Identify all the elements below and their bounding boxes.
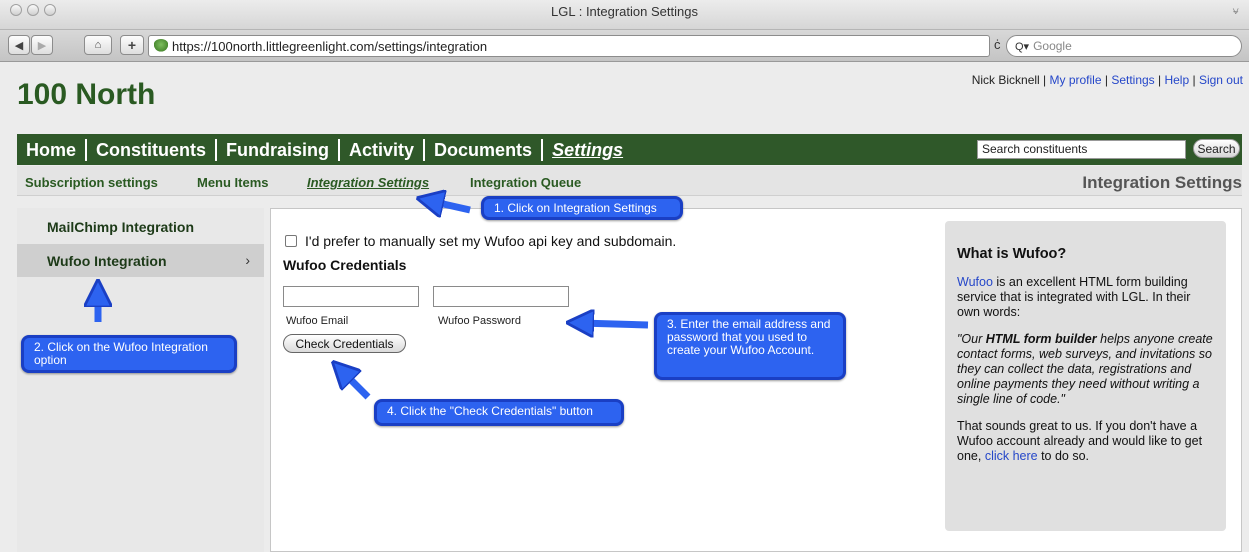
- manual-key-checkbox[interactable]: [285, 235, 297, 247]
- sidebar-item-label: MailChimp Integration: [47, 218, 194, 235]
- page-body: 100 North Nick Bicknell | My profile | S…: [0, 62, 1249, 552]
- manual-key-label: I'd prefer to manually set my Wufoo api …: [305, 233, 677, 249]
- sidebar-item-wufoo[interactable]: Wufoo Integration ›: [17, 244, 264, 277]
- wufoo-info-box: What is Wufoo? Wufoo is an excellent HTM…: [945, 221, 1226, 531]
- info-paragraph-3: That sounds great to us. If you don't ha…: [957, 419, 1214, 464]
- wufoo-email-input[interactable]: [283, 286, 419, 307]
- manual-key-option: I'd prefer to manually set my Wufoo api …: [285, 233, 676, 249]
- my-profile-link[interactable]: My profile: [1050, 73, 1102, 87]
- search-button[interactable]: Search: [1193, 139, 1240, 158]
- quote-text: "Our: [957, 332, 986, 346]
- subnav-integration-queue[interactable]: Integration Queue: [470, 175, 581, 190]
- callout-step-2: 2. Click on the Wufoo Integration option: [21, 335, 237, 373]
- wufoo-password-label: Wufoo Password: [438, 315, 521, 327]
- nav-activity[interactable]: Activity: [340, 138, 426, 161]
- plus-icon: +: [127, 37, 137, 53]
- info-title: What is Wufoo?: [957, 246, 1067, 262]
- quote-bold: HTML form builder: [985, 332, 1097, 346]
- forward-icon: ▶: [37, 39, 47, 52]
- nav-constituents[interactable]: Constituents: [87, 138, 218, 161]
- check-credentials-button[interactable]: Check Credentials: [283, 334, 406, 353]
- window-titlebar: LGL : Integration Settings ⍱: [0, 0, 1249, 30]
- forward-button[interactable]: ▶: [31, 35, 53, 55]
- browser-toolbar: ◀ ▶ ⌂ + https://100north.littlegreenligh…: [0, 30, 1249, 62]
- wufoo-email-label: Wufoo Email: [286, 315, 349, 327]
- sub-nav: Subscription settings Menu Items Integra…: [17, 166, 1242, 196]
- home-icon: ⌂: [94, 39, 102, 51]
- user-name: Nick Bicknell: [971, 73, 1040, 87]
- constituent-search-input[interactable]: Search constituents: [977, 140, 1186, 159]
- lock-icon: ⍱: [1232, 5, 1239, 17]
- nav-home[interactable]: Home: [17, 138, 88, 161]
- url-text: https://100north.littlegreenlight.com/se…: [172, 38, 488, 54]
- window-title: LGL : Integration Settings: [551, 4, 698, 19]
- callout-step-4: 4. Click the "Check Credentials" button: [374, 399, 624, 426]
- subnav-menu-items[interactable]: Menu Items: [197, 175, 269, 190]
- wufoo-password-input[interactable]: [433, 286, 569, 307]
- main-nav: Home Constituents Fundraising Activity D…: [17, 134, 1242, 165]
- site-favicon-icon: [153, 39, 169, 53]
- nav-fundraising[interactable]: Fundraising: [217, 138, 341, 161]
- search-engine-icon: Q▾: [1015, 40, 1030, 53]
- wufoo-link[interactable]: Wufoo: [957, 275, 993, 289]
- brand-title: 100 North: [17, 78, 156, 111]
- callout-step-1: 1. Click on Integration Settings: [481, 196, 683, 220]
- help-link[interactable]: Help: [1164, 73, 1189, 87]
- address-bar[interactable]: https://100north.littlegreenlight.com/se…: [148, 35, 990, 57]
- nav-settings[interactable]: Settings: [543, 139, 632, 161]
- subnav-integration-settings[interactable]: Integration Settings: [307, 175, 429, 190]
- back-button[interactable]: ◀: [8, 35, 30, 55]
- back-icon: ◀: [14, 39, 24, 52]
- info-text: to do so.: [1037, 449, 1090, 463]
- subnav-subscription-settings[interactable]: Subscription settings: [25, 175, 158, 190]
- sidebar-item-label: Wufoo Integration: [47, 252, 167, 269]
- sidebar-item-mailchimp[interactable]: MailChimp Integration: [17, 210, 264, 243]
- nav-documents[interactable]: Documents: [425, 138, 544, 161]
- chevron-right-icon: ›: [245, 252, 250, 268]
- settings-link[interactable]: Settings: [1111, 73, 1154, 87]
- sign-out-link[interactable]: Sign out: [1199, 73, 1243, 87]
- reload-icon[interactable]: ċ: [994, 37, 1001, 52]
- browser-search-input[interactable]: Q▾ Google: [1006, 35, 1242, 57]
- search-placeholder: Google: [1033, 39, 1072, 53]
- info-paragraph-1: Wufoo is an excellent HTML form building…: [957, 275, 1214, 320]
- user-links: Nick Bicknell | My profile | Settings | …: [971, 73, 1243, 87]
- info-quote: "Our HTML form builder helps anyone crea…: [957, 332, 1214, 407]
- sidebar: MailChimp Integration Wufoo Integration …: [17, 208, 264, 552]
- integration-panel: I'd prefer to manually set my Wufoo api …: [270, 208, 1242, 552]
- click-here-link[interactable]: click here: [985, 449, 1038, 463]
- callout-step-3: 3. Enter the email address and password …: [654, 312, 846, 380]
- add-bookmark-button[interactable]: +: [120, 35, 144, 55]
- page-heading: Integration Settings: [1082, 173, 1242, 192]
- home-button[interactable]: ⌂: [84, 35, 112, 55]
- info-text: is an excellent HTML form building servi…: [957, 275, 1191, 319]
- credentials-title: Wufoo Credentials: [283, 257, 407, 273]
